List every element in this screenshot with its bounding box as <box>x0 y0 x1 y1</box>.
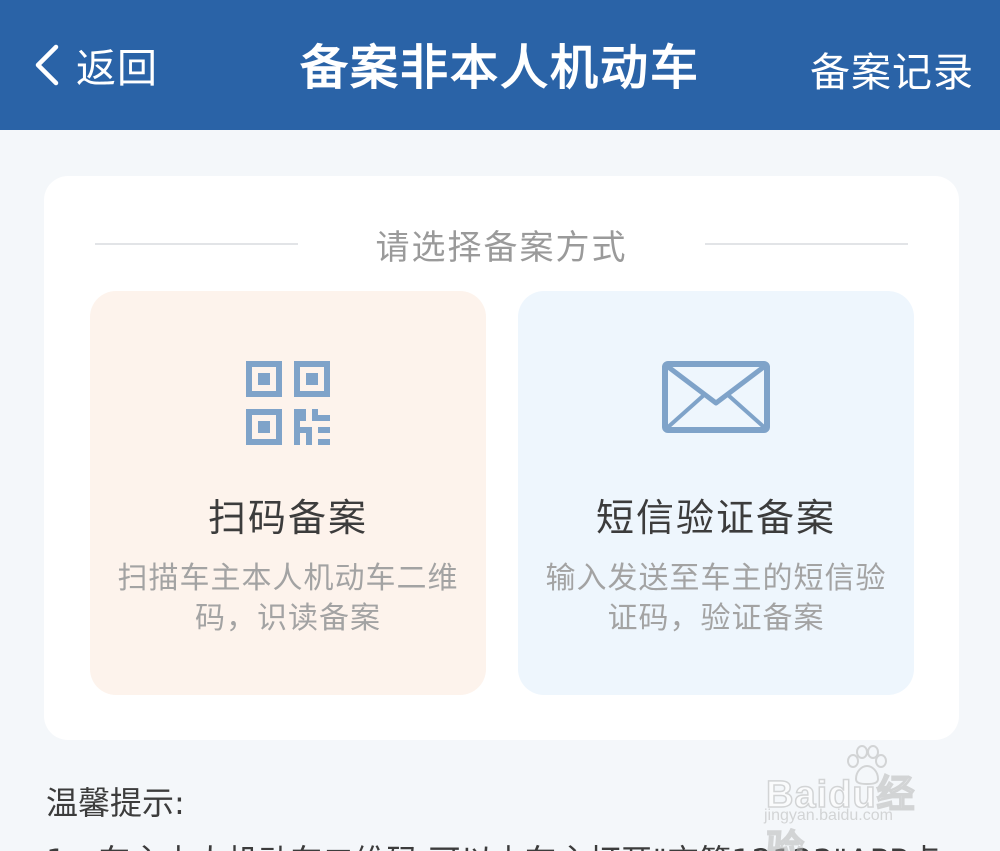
record-history-button[interactable]: 备案记录 <box>810 40 974 98</box>
back-label: 返回 <box>76 46 158 92</box>
qr-code-icon <box>246 361 330 445</box>
sms-verify-option[interactable]: 短信验证备案 输入发送至车主的短信验证码，验证备案 <box>518 291 914 695</box>
scan-option-title: 扫码备案 <box>207 496 368 540</box>
back-button[interactable]: 返回 <box>30 35 158 95</box>
tips-item-1: 1、车主本人机动车二维码,可以由车主打开"交管12123"APP点 <box>46 836 986 851</box>
method-selection-card: 请选择备案方式 扫码备案 扫描车主本人机动车二维码，识读备案 短信验证备案 输入… <box>44 176 959 740</box>
heading-divider-left <box>95 243 298 245</box>
sms-option-description: 输入发送至车主的短信验证码，验证备案 <box>545 561 887 636</box>
sms-option-title: 短信验证备案 <box>595 496 836 540</box>
envelope-icon <box>662 361 770 433</box>
paw-icon <box>847 745 887 785</box>
watermark-url: jingyan.baidu.com <box>764 807 893 824</box>
app-screen: 返回 备案非本人机动车 备案记录 请选择备案方式 扫码备案 扫描车主本人机动车二… <box>0 0 1000 851</box>
chevron-left-icon <box>35 44 59 86</box>
card-heading: 请选择备案方式 <box>375 228 628 268</box>
scan-option-description: 扫描车主本人机动车二维码，识读备案 <box>117 561 459 636</box>
baidu-jingyan-watermark: Baidu经验 jingyan.baidu.com <box>748 745 948 851</box>
tips-title: 温馨提示: <box>46 784 185 822</box>
nav-header: 返回 备案非本人机动车 备案记录 <box>0 0 1000 130</box>
heading-divider-right <box>705 243 908 245</box>
scan-register-option[interactable]: 扫码备案 扫描车主本人机动车二维码，识读备案 <box>90 291 486 695</box>
